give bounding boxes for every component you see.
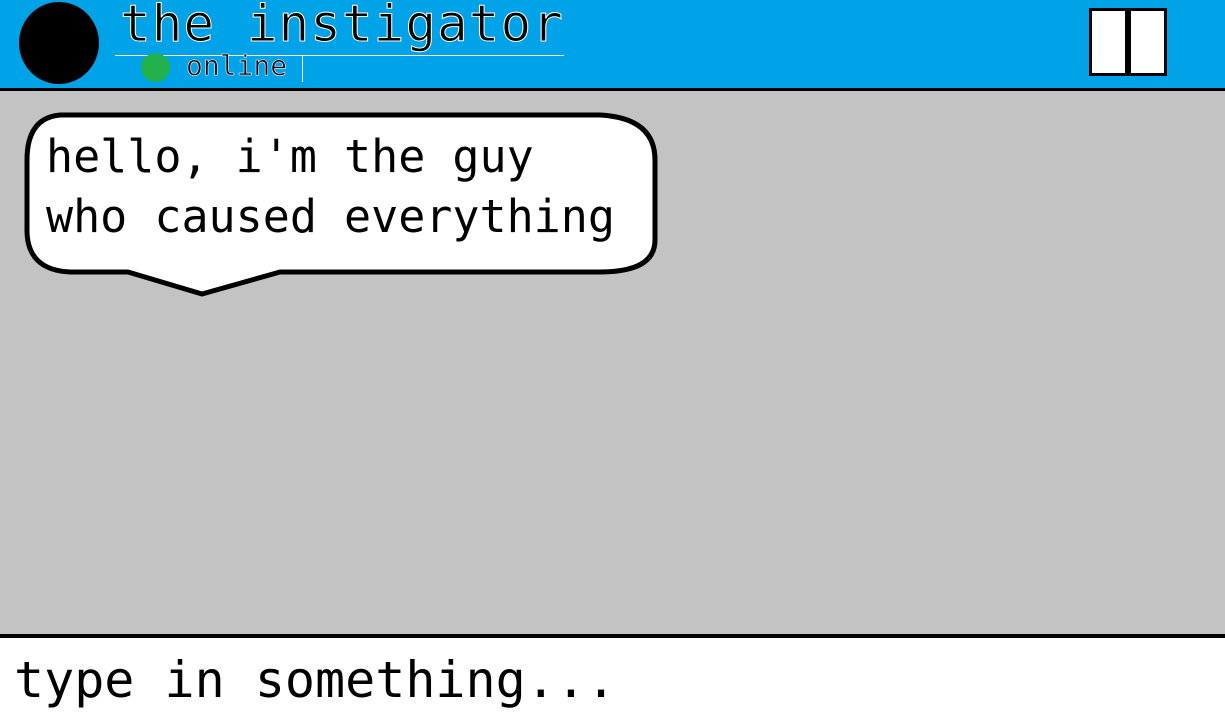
composer-bar — [0, 634, 1225, 721]
message-line-1: hello, i'm the guy — [46, 130, 534, 183]
message-input[interactable] — [0, 638, 1225, 721]
message-text: hello, i'm the guy who caused everything — [46, 127, 615, 247]
message-bubble — [24, 112, 658, 297]
message-line-2: who caused everything — [46, 190, 615, 243]
